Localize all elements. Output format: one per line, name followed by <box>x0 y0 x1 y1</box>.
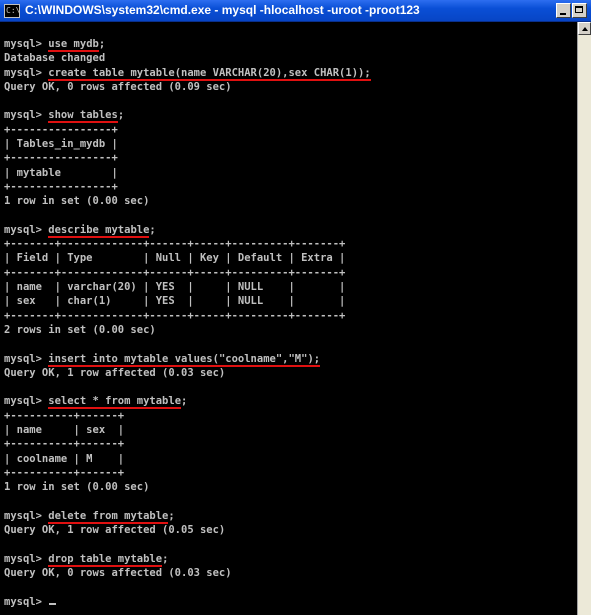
output-text: 1 row in set (0.00 sec) <box>4 481 150 494</box>
output-text: | Field | Type | Null | Key | Default | … <box>4 252 346 265</box>
output-text: Query OK, 0 rows affected (0.03 sec) <box>4 566 232 579</box>
command-line: mysql> drop table mytable; <box>4 552 574 567</box>
maximize-button[interactable] <box>572 3 587 18</box>
highlighted-command: insert into mytable values("coolname","M… <box>48 352 321 367</box>
highlighted-command: create table mytable(name VARCHAR(20),se… <box>48 66 371 81</box>
command-line: mysql> use mydb; <box>4 37 574 52</box>
output-line: +----------+------+ <box>4 409 574 423</box>
output-text: | mytable | <box>4 166 118 179</box>
title-bar[interactable]: C:\ C:\WINDOWS\system32\cmd.exe - mysql … <box>0 0 591 22</box>
command-line: mysql> delete from mytable; <box>4 509 574 524</box>
output-line: +-------+-------------+------+-----+----… <box>4 309 574 323</box>
output-line: +-------+-------------+------+-----+----… <box>4 266 574 280</box>
command-line: mysql> describe mytable; <box>4 223 574 238</box>
output-text: | name | varchar(20) | YES | | NULL | | <box>4 281 346 294</box>
text-cursor <box>49 602 57 605</box>
output-line: | name | varchar(20) | YES | | NULL | | <box>4 280 574 294</box>
output-text: +----------------+ <box>4 152 118 165</box>
output-line: Query OK, 0 rows affected (0.09 sec) <box>4 80 574 94</box>
highlighted-command: select * from mytable <box>48 395 182 410</box>
output-line: | mytable | <box>4 166 574 180</box>
output-text: Query OK, 1 row affected (0.05 sec) <box>4 524 226 537</box>
output-text: | sex | char(1) | YES | | NULL | | <box>4 295 346 308</box>
highlighted-command: use mydb <box>48 38 99 52</box>
output-text: Query OK, 0 rows affected (0.09 sec) <box>4 80 232 93</box>
arrow-up-icon <box>582 27 588 31</box>
output-line: +----------------+ <box>4 180 574 194</box>
highlighted-command: drop table mytable <box>48 552 163 567</box>
output-line: | name | sex | <box>4 423 574 437</box>
output-line: Database changed <box>4 51 574 65</box>
command-terminator: ; <box>98 38 106 50</box>
highlighted-command: describe mytable <box>48 223 150 238</box>
output-text: Database changed <box>4 52 106 65</box>
output-line: | sex | char(1) | YES | | NULL | | <box>4 294 574 308</box>
prompt-text: mysql> <box>4 109 49 122</box>
output-text: +----------+------+ <box>4 466 125 479</box>
output-line: +----------+------+ <box>4 437 574 451</box>
vertical-scrollbar[interactable] <box>577 22 591 615</box>
scroll-up-button[interactable] <box>578 22 591 35</box>
maximize-icon <box>575 6 583 13</box>
command-terminator: ; <box>181 395 188 408</box>
command-line: mysql> <box>4 595 574 609</box>
prompt-text: mysql> <box>4 395 49 408</box>
highlighted-command: delete from mytable <box>48 509 169 524</box>
prompt-text: mysql> <box>4 66 49 79</box>
prompt-text: mysql> <box>4 595 49 608</box>
window-title: C:\WINDOWS\system32\cmd.exe - mysql -hlo… <box>25 3 420 17</box>
highlighted-command: show tables <box>48 109 118 124</box>
cmd-icon[interactable]: C:\ <box>4 4 20 18</box>
output-line: +----------------+ <box>4 151 574 165</box>
command-line: mysql> insert into mytable values("cooln… <box>4 352 574 367</box>
command-line: mysql> show tables; <box>4 108 574 124</box>
output-line: Query OK, 0 rows affected (0.03 sec) <box>4 566 574 580</box>
output-text: | name | sex | <box>4 424 125 437</box>
console-output[interactable]: mysql> use mydb; Database changed mysql> c… <box>4 37 574 615</box>
output-text: Query OK, 1 row affected (0.03 sec) <box>4 366 226 379</box>
minimize-icon <box>560 13 566 15</box>
output-line: 1 row in set (0.00 sec) <box>4 480 574 494</box>
output-text: +----------------+ <box>4 180 118 193</box>
output-line: | Tables_in_mydb | <box>4 137 574 151</box>
output-line: 1 row in set (0.00 sec) <box>4 194 574 208</box>
prompt-text: mysql> <box>4 38 49 50</box>
prompt-text: mysql> <box>4 352 49 365</box>
command-terminator: ; <box>168 509 175 522</box>
output-text: | coolname | M | <box>4 452 125 465</box>
output-line: | Field | Type | Null | Key | Default | … <box>4 251 574 265</box>
output-line: Query OK, 1 row affected (0.05 sec) <box>4 523 574 537</box>
output-text: +----------+------+ <box>4 409 125 422</box>
prompt-text: mysql> <box>4 509 49 522</box>
minimize-button[interactable] <box>556 3 571 18</box>
output-line: +----------------+ <box>4 123 574 137</box>
output-line: 2 rows in set (0.00 sec) <box>4 323 574 337</box>
output-text: +-------+-------------+------+-----+----… <box>4 266 346 279</box>
output-text: +-------+-------------+------+-----+----… <box>4 238 346 251</box>
output-text: 2 rows in set (0.00 sec) <box>4 323 156 336</box>
output-text: +----------+------+ <box>4 438 125 451</box>
output-text: 1 row in set (0.00 sec) <box>4 195 150 208</box>
command-terminator: ; <box>117 109 125 122</box>
output-text: | Tables_in_mydb | <box>4 138 118 151</box>
command-terminator: ; <box>149 223 156 236</box>
command-terminator: ; <box>162 552 169 565</box>
command-line: mysql> select * from mytable; <box>4 394 574 410</box>
output-line: +----------+------+ <box>4 466 574 480</box>
command-line: mysql> create table mytable(name VARCHAR… <box>4 66 574 81</box>
output-line: Query OK, 1 row affected (0.03 sec) <box>4 366 574 380</box>
output-line: | coolname | M | <box>4 452 574 466</box>
prompt-text: mysql> <box>4 223 49 236</box>
output-line: +-------+-------------+------+-----+----… <box>4 237 574 251</box>
output-text: +-------+-------------+------+-----+----… <box>4 309 346 322</box>
prompt-text: mysql> <box>4 552 49 565</box>
output-text: +----------------+ <box>4 123 118 136</box>
